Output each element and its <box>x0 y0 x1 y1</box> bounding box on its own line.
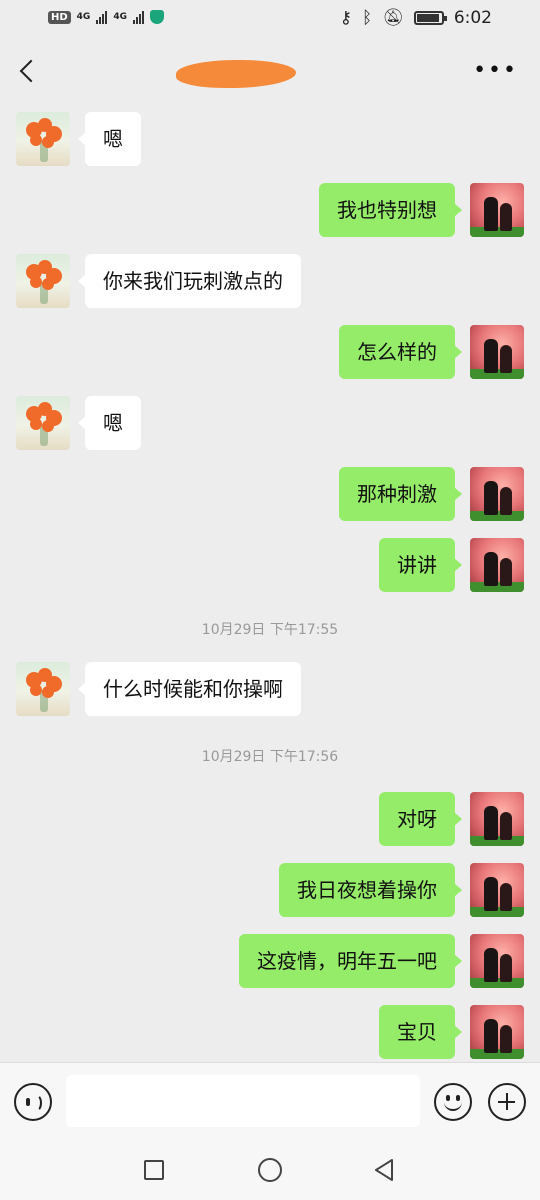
emoji-icon[interactable] <box>434 1083 472 1121</box>
sim1-label: 4G <box>76 12 91 22</box>
chat-header: ••• <box>0 40 540 106</box>
avatar-p1 <box>484 481 498 515</box>
avatar-flower <box>42 278 54 290</box>
sim2-label: 4G <box>113 12 127 22</box>
avatar-p2 <box>500 954 512 982</box>
my-avatar[interactable] <box>470 538 524 592</box>
avatar-p2 <box>500 1025 512 1053</box>
avatar-flower <box>30 134 42 146</box>
contact-avatar[interactable] <box>16 396 70 450</box>
avatar-flower <box>30 418 42 430</box>
more-options-icon[interactable]: ••• <box>473 60 518 82</box>
emoji-mouth <box>444 1099 462 1111</box>
plus-icon[interactable] <box>488 1083 526 1121</box>
avatar-p2 <box>500 345 512 373</box>
avatar-p1 <box>484 339 498 373</box>
nav-back-icon[interactable] <box>372 1158 396 1182</box>
avatar-p2 <box>500 487 512 515</box>
avatar-p1 <box>484 948 498 982</box>
my-avatar[interactable] <box>470 934 524 988</box>
avatar-p2 <box>500 203 512 231</box>
avatar-flower <box>42 136 54 148</box>
sent-message: 这疫情，明年五一吧 <box>0 934 540 994</box>
sent-message: 对呀 <box>0 792 540 852</box>
hd-badge: HD <box>48 10 71 24</box>
avatar-p2 <box>500 812 512 840</box>
mute-bell-icon: 🔕︎ <box>382 8 404 28</box>
sent-message: 那种刺激 <box>0 467 540 527</box>
my-avatar[interactable] <box>470 467 524 521</box>
my-avatar[interactable] <box>470 863 524 917</box>
message-bubble[interactable]: 讲讲 <box>379 538 462 592</box>
received-message: 什么时候能和你操啊 <box>0 662 540 722</box>
avatar-p1 <box>484 197 498 231</box>
avatar-flower <box>30 684 42 696</box>
sent-message: 我也特别想 <box>0 183 540 243</box>
system-nav-bar <box>0 1140 540 1200</box>
received-message: 嗯 <box>0 112 540 172</box>
contact-avatar[interactable] <box>16 112 70 166</box>
message-bubble[interactable]: 宝贝 <box>379 1005 462 1059</box>
avatar-p1 <box>484 877 498 911</box>
status-left: HD 4G 4G <box>48 10 164 24</box>
my-avatar[interactable] <box>470 325 524 379</box>
back-icon[interactable] <box>14 54 42 90</box>
message-bubble[interactable]: 嗯 <box>78 396 141 450</box>
shield-icon <box>149 10 164 24</box>
message-input[interactable] <box>66 1075 420 1127</box>
clock: 6:02 <box>453 8 492 28</box>
recent-apps-icon[interactable] <box>144 1160 164 1180</box>
avatar-flower <box>42 686 54 698</box>
message-bubble[interactable]: 怎么样的 <box>339 325 462 379</box>
avatar-p1 <box>484 806 498 840</box>
message-bubble[interactable]: 这疫情，明年五一吧 <box>239 934 462 988</box>
avatar-p1 <box>484 552 498 586</box>
sent-message: 怎么样的 <box>0 325 540 385</box>
received-message: 嗯 <box>0 396 540 456</box>
received-message: 你来我们玩刺激点的 <box>0 254 540 314</box>
contact-avatar[interactable] <box>16 662 70 716</box>
my-avatar[interactable] <box>470 183 524 237</box>
message-bubble[interactable]: 对呀 <box>379 792 462 846</box>
signal-icon <box>96 10 108 24</box>
message-list[interactable]: 嗯我也特别想 你来我们玩刺激点的 怎么样的嗯那种刺激 讲讲 10月29日 下午17:55… <box>0 106 540 1062</box>
voice-icon[interactable] <box>14 1083 52 1121</box>
message-bubble[interactable]: 你来我们玩刺激点的 <box>78 254 301 308</box>
sent-message: 讲讲 <box>0 538 540 598</box>
avatar-flower <box>30 276 42 288</box>
message-bubble[interactable]: 我也特别想 <box>319 183 462 237</box>
message-timestamp: 10月29日 下午17:56 <box>201 749 339 765</box>
my-avatar[interactable] <box>470 792 524 846</box>
input-bar <box>0 1062 540 1140</box>
message-timestamp: 10月29日 下午17:55 <box>201 622 339 638</box>
signal-icon <box>132 10 144 24</box>
bluetooth-icon: ᛒ <box>362 8 373 28</box>
my-avatar[interactable] <box>470 1005 524 1059</box>
avatar-p2 <box>500 558 512 586</box>
message-bubble[interactable]: 我日夜想着操你 <box>279 863 462 917</box>
home-icon[interactable] <box>258 1158 282 1182</box>
message-bubble[interactable]: 那种刺激 <box>339 467 462 521</box>
chat-title <box>176 60 296 88</box>
battery-fill <box>416 14 439 22</box>
contact-avatar[interactable] <box>16 254 70 308</box>
status-right: ⚷ ᛒ 🔕︎ 6:02 <box>340 8 492 28</box>
avatar-p2 <box>500 883 512 911</box>
sent-message: 宝贝 <box>0 1005 540 1062</box>
message-bubble[interactable]: 什么时候能和你操啊 <box>78 662 301 716</box>
avatar-flower <box>42 420 54 432</box>
sent-message: 我日夜想着操你 <box>0 863 540 923</box>
key-icon: ⚷ <box>339 8 353 28</box>
status-bar: HD 4G 4G ⚷ ᛒ 🔕︎ 6:02 <box>0 0 540 40</box>
avatar-p1 <box>484 1019 498 1053</box>
message-bubble[interactable]: 嗯 <box>78 112 141 166</box>
battery-icon <box>413 11 447 25</box>
